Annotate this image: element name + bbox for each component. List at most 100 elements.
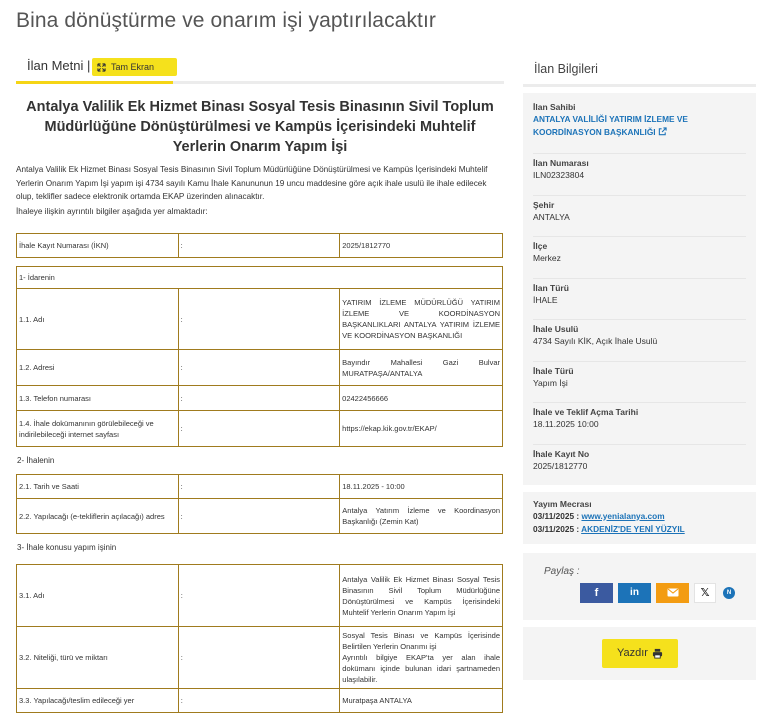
intro-text: İhaleye ilişkin ayrıntılı bilgiler aşağı…	[16, 206, 208, 216]
section-title: 2- İhalenin	[17, 456, 55, 465]
intro-text: Antalya Valilik Ek Hizmet Binası Sosyal …	[16, 165, 488, 201]
table-cell-label: 3.2. Niteliği, türü ve miktarı	[16, 626, 179, 689]
info-value: Yapım İşi	[533, 377, 568, 388]
table-cell-value: 2025/1812770	[339, 233, 503, 258]
ekap-link[interactable]: https://ekap.kik.gov.tr/EKAP/	[339, 410, 503, 447]
share-email-button[interactable]	[656, 582, 689, 603]
table-cell-label: 1.1. Adı	[16, 288, 179, 350]
info-box: İlan Sahibi ANTALYA VALİLİĞİ YATIRIM İZL…	[523, 93, 756, 485]
share-facebook-button[interactable]: f	[580, 582, 613, 603]
publication-box: Yayım Mecrası 03/11/2025 : www.yenialany…	[523, 491, 756, 544]
publication-label: Yayım Mecrası	[533, 498, 592, 509]
table-cell-label: 2.1. Tarih ve Saati	[16, 474, 179, 499]
info-item-owner: İlan Sahibi ANTALYA VALİLİĞİ YATIRIM İZL…	[533, 98, 746, 154]
table-cell-value: 18.11.2025 - 10:00	[339, 474, 503, 499]
info-value: 18.11.2025 10:00	[533, 419, 599, 429]
table-cell-sep: :	[177, 564, 341, 627]
table-cell-sep: :	[177, 410, 341, 447]
table-cell-value: Bayındır Mahallesi Gazi Bulvar MURATPAŞA…	[339, 349, 503, 386]
table-cell-label: 1.2. Adresi	[16, 349, 179, 386]
share-label: Paylaş :	[544, 565, 580, 577]
info-label: İhale Usulü	[533, 324, 579, 334]
external-link-icon	[658, 127, 667, 136]
publication-link[interactable]: AKDENİZ'DE YENİ YÜZYIL	[581, 524, 685, 534]
table-cell-label: 2.2. Yapılacağı (e-tekliflerin açılacağı…	[16, 498, 179, 534]
page-title: Bina dönüştürme ve onarım işi yaptırılac…	[16, 9, 437, 32]
nv-icon: N	[726, 589, 732, 596]
info-item-ikn: İhale Kayıt No 2025/1812770	[533, 445, 746, 479]
value-line: Sosyal Tesis Binası ve Kampüs İçerisinde…	[342, 631, 500, 651]
section-title: 3- İhale konusu yapım işinin	[17, 543, 117, 552]
print-box: Yazdır	[523, 626, 756, 680]
expand-icon	[97, 62, 106, 72]
info-value: ANTALYA	[533, 211, 570, 222]
info-item-ad-type: İlan Türü İHALE	[533, 279, 746, 320]
publication-link[interactable]: www.yenialanya.com	[581, 511, 664, 521]
print-label: Yazdır	[617, 647, 648, 659]
section-title: 1- İdarenin	[16, 266, 503, 289]
printer-icon	[652, 648, 663, 659]
table-cell-label: 1.3. Telefon numarası	[16, 385, 179, 411]
table-cell-label: İhale Kayıt Numarası (İKN)	[16, 233, 179, 258]
table-cell-value: 02422456666	[339, 385, 503, 411]
table-cell-value: Antalya Valilik Ek Hizmet Binası Sosyal …	[339, 564, 503, 627]
table-cell-sep: :	[177, 385, 341, 411]
info-label: İlan Numarası	[533, 158, 589, 168]
tab-ilan-metni[interactable]: İlan Metni | Tam Ekran	[16, 50, 177, 84]
table-cell-sep: :	[177, 688, 341, 713]
info-item-number: İlan Numarası ILN02323804	[533, 154, 746, 196]
table-cell-label: 3.3. Yapılacağı/teslim edileceği yer	[16, 688, 179, 713]
tab-label: İlan Metni |	[27, 58, 91, 73]
info-label: İhale Türü	[533, 365, 574, 376]
linkedin-icon: in	[630, 587, 639, 598]
info-label: İlan Sahibi	[533, 102, 576, 112]
share-linkedin-button[interactable]: in	[618, 582, 651, 603]
table-cell-sep: :	[177, 498, 341, 534]
tender-table: 2.1. Tarih ve Saati : 18.11.2025 - 10:00…	[16, 474, 503, 534]
info-value: Merkez	[533, 253, 561, 263]
table-cell-sep: :	[177, 474, 341, 499]
ikn-table: İhale Kayıt Numarası (İKN) : 2025/181277…	[16, 233, 503, 258]
info-item-city: Şehir ANTALYA	[533, 196, 746, 237]
publication-date: 03/11/2025 :	[533, 524, 582, 534]
info-value: 4734 Sayılı KİK, Açık İhale Usulü	[533, 336, 658, 346]
share-box: Paylaş : f in 𝕏 N	[523, 552, 756, 620]
table-cell-value: Muratpaşa ANTALYA	[339, 688, 503, 713]
work-table: 3.1. Adı : Antalya Valilik Ek Hizmet Bin…	[16, 564, 503, 713]
ad-content: İlan Metni | Tam Ekran Antalya Valilik E…	[16, 50, 504, 713]
document-intro: Antalya Valilik Ek Hizmet Binası Sosyal …	[16, 163, 504, 218]
facebook-icon: f	[594, 586, 599, 599]
value-line: Ayrıntılı bilgiye EKAP'ta yer alan ihale…	[342, 653, 500, 684]
info-label: İlçe	[533, 241, 548, 251]
share-x-button[interactable]: 𝕏	[694, 582, 716, 603]
fullscreen-button[interactable]: Tam Ekran	[92, 58, 177, 76]
table-cell-sep: :	[177, 626, 341, 689]
fullscreen-label: Tam Ekran	[111, 62, 155, 72]
share-nv-button[interactable]: N	[723, 586, 735, 599]
info-item-procedure: İhale Usulü 4734 Sayılı KİK, Açık İhale …	[533, 320, 746, 362]
table-cell-sep: :	[177, 233, 341, 258]
table-cell-sep: :	[177, 288, 341, 350]
sidebar-heading: İlan Bilgileri	[523, 50, 756, 87]
table-cell-sep: :	[177, 349, 341, 386]
info-label: İhale ve Teklif Açma Tarihi	[533, 407, 639, 417]
table-cell-value: YATIRIM İZLEME MÜDÜRLÜĞÜ YATIRIM İZLEME …	[339, 288, 503, 350]
owner-link[interactable]: ANTALYA VALİLİĞİ YATIRIM İZLEME VE KOORD…	[533, 113, 746, 139]
info-value: 2025/1812770	[533, 460, 588, 471]
publication-row: 03/11/2025 : www.yenialanya.com	[533, 510, 746, 524]
document-title: Antalya Valilik Ek Hizmet Binası Sosyal …	[26, 99, 494, 155]
admin-table: 1- İdarenin 1.1. Adı : YATIRIM İZLEME MÜ…	[16, 266, 503, 447]
info-item-district: İlçe Merkez	[533, 237, 746, 279]
x-icon: 𝕏	[700, 587, 710, 599]
email-icon	[667, 588, 678, 597]
info-value: İHALE	[533, 294, 558, 305]
info-item-tender-type: İhale Türü Yapım İşi	[533, 362, 746, 403]
info-label: İlan Türü	[533, 282, 569, 293]
print-button[interactable]: Yazdır	[602, 638, 678, 668]
info-item-date: İhale ve Teklif Açma Tarihi 18.11.2025 1…	[533, 403, 746, 445]
info-label: Şehir	[533, 199, 555, 210]
publication-date: 03/11/2025 :	[533, 510, 582, 521]
table-cell-value: Antalya Yatırım İzleme ve Koordinasyon B…	[339, 498, 503, 534]
table-cell-value: Sosyal Tesis Binası ve Kampüs İçerisinde…	[339, 626, 503, 689]
tab-bar: İlan Metni | Tam Ekran	[16, 50, 504, 84]
